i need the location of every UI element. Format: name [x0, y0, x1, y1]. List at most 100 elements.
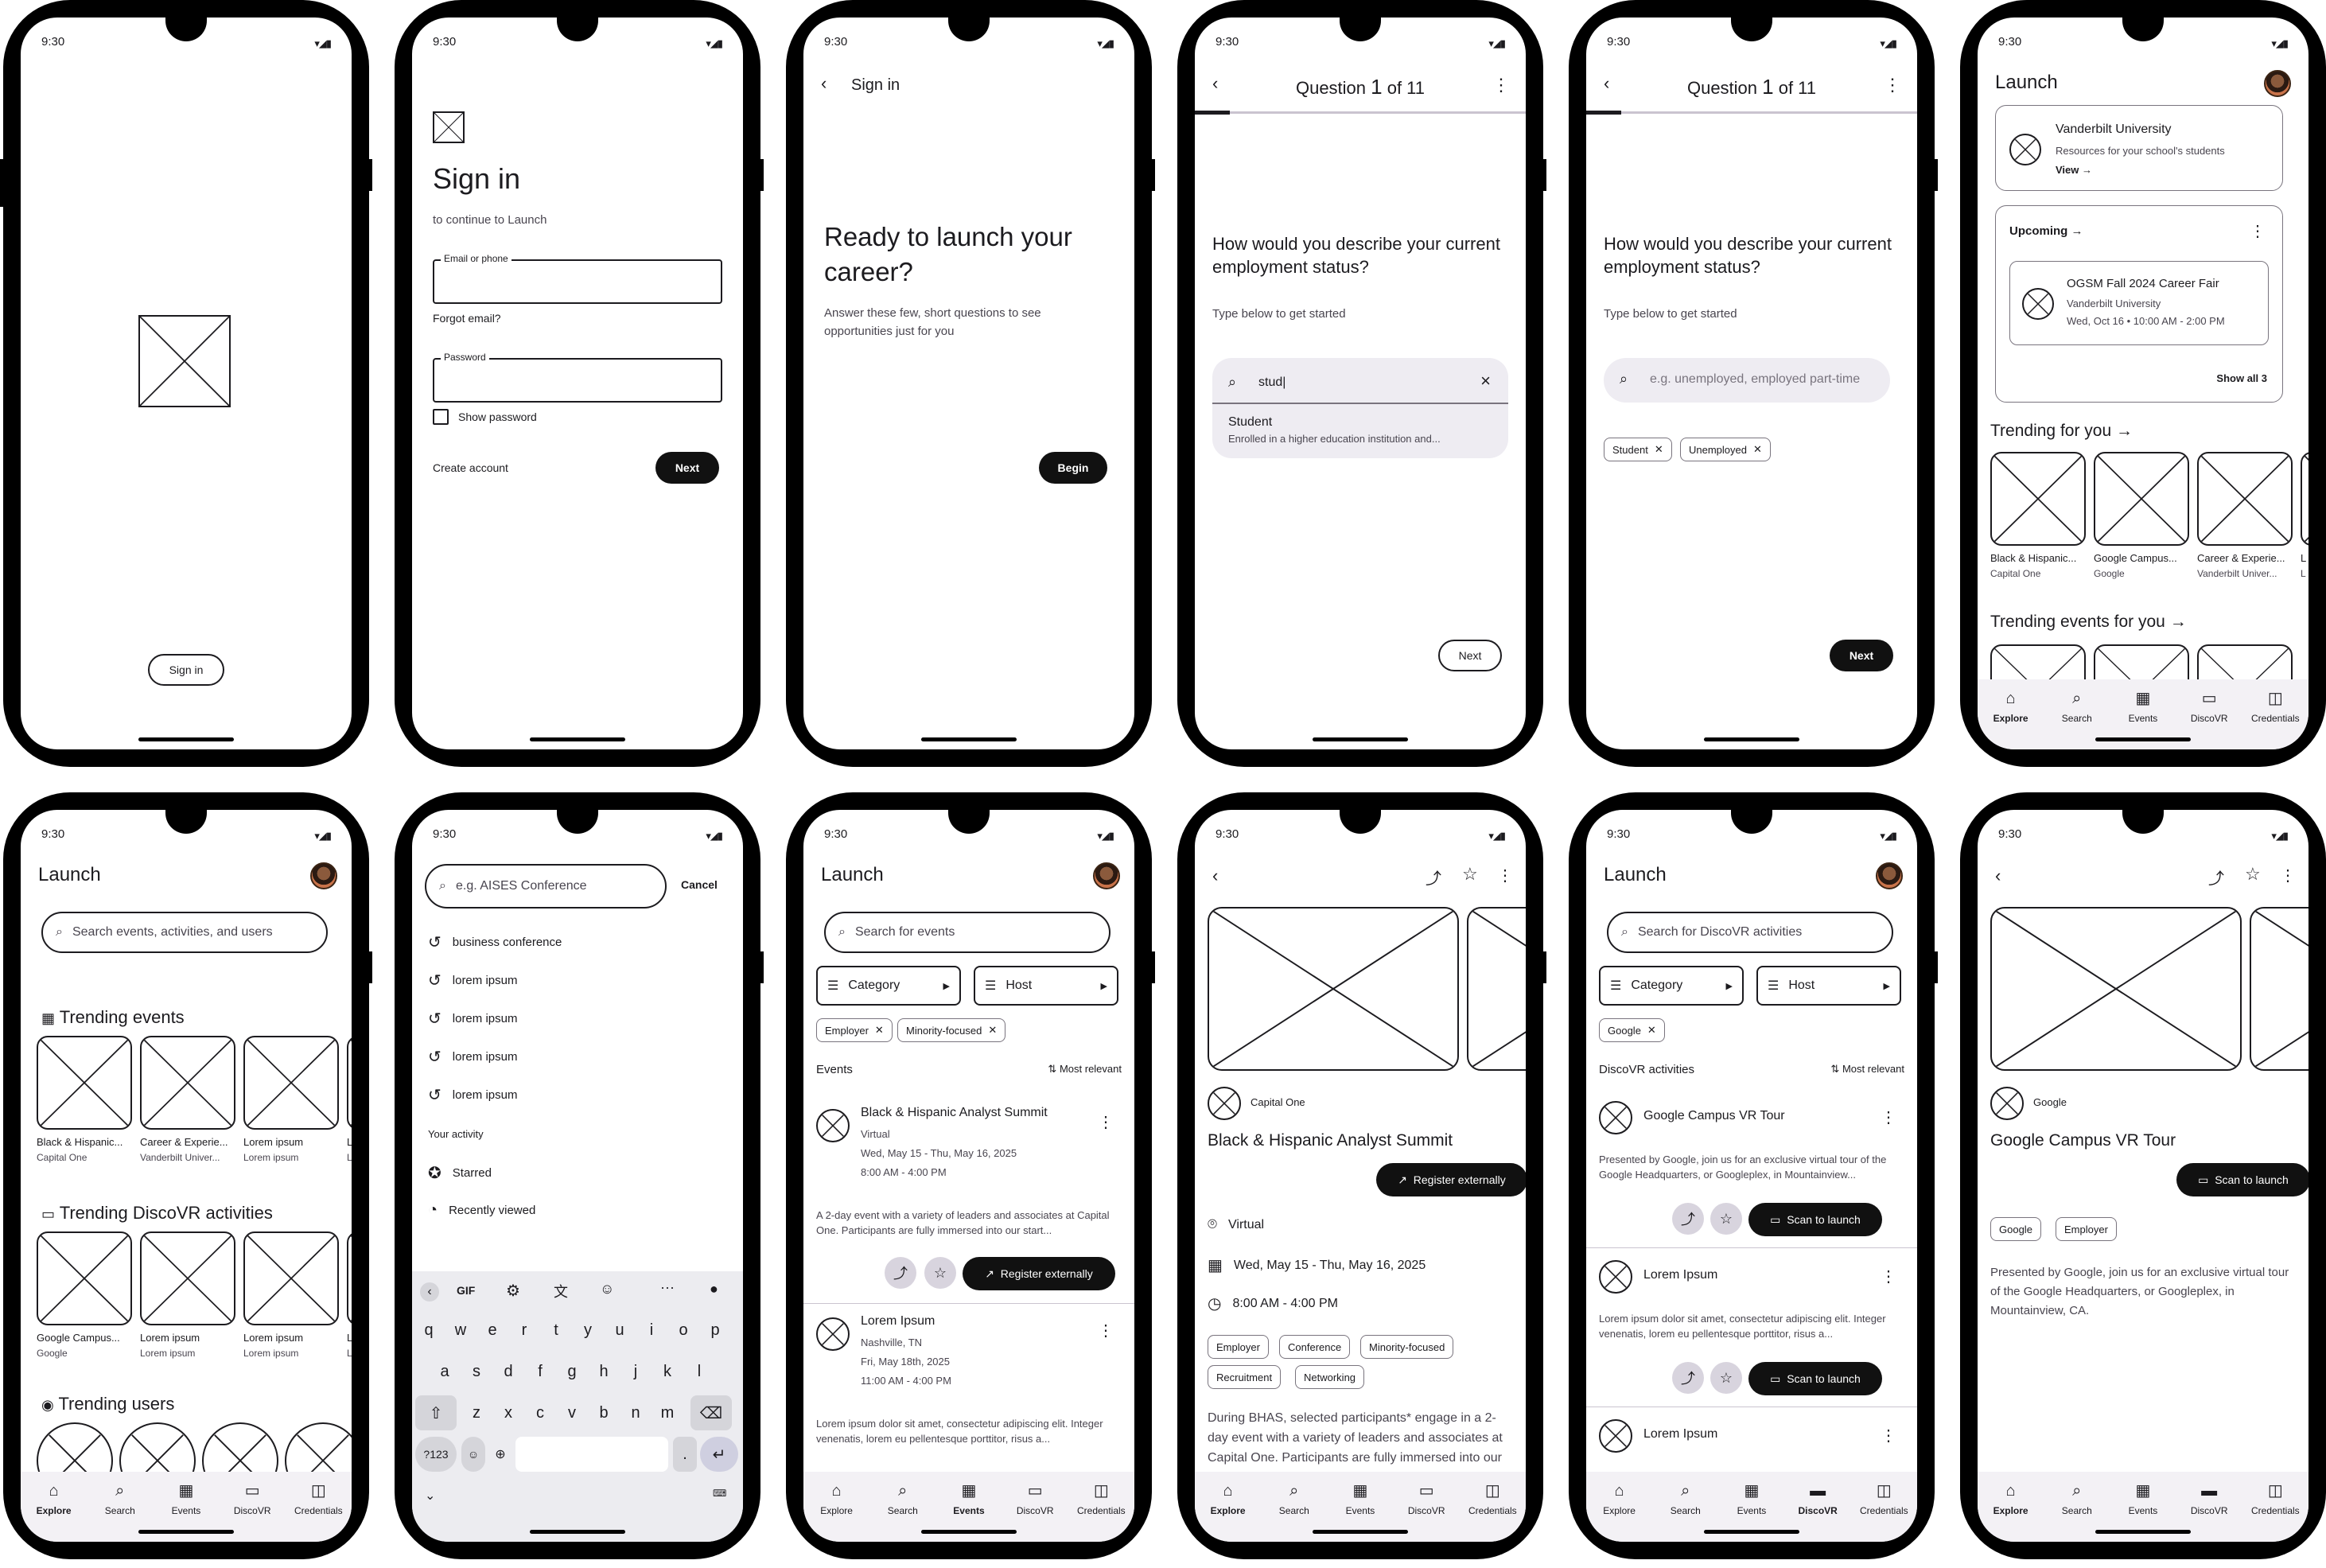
card-image-placeholder[interactable]: [2197, 452, 2293, 546]
next-button[interactable]: Next: [1830, 640, 1893, 671]
filter-chip[interactable]: Google ✕: [1599, 1018, 1665, 1042]
register-button[interactable]: ↗ Register externally: [963, 1257, 1115, 1290]
home-indicator[interactable]: [1704, 737, 1799, 741]
search-input[interactable]: ⌕ Search events, activities, and users: [41, 912, 328, 953]
key[interactable]: c: [527, 1395, 554, 1430]
back-arrow-icon[interactable]: ‹: [821, 73, 827, 94]
recent-search-item[interactable]: ↺ lorem ipsum: [428, 1047, 517, 1067]
tag-chip[interactable]: Networking: [1295, 1365, 1365, 1389]
nav-explore[interactable]: ⌂ Explore: [805, 1481, 869, 1542]
star-icon[interactable]: ☆: [1462, 864, 1478, 885]
key[interactable]: e: [479, 1313, 506, 1348]
more-vert-icon[interactable]: ⋮: [1098, 1321, 1114, 1340]
key[interactable]: q: [415, 1313, 442, 1348]
chevron-down-icon[interactable]: ⌄: [425, 1488, 435, 1504]
tag-chip[interactable]: Minority-focused: [1360, 1335, 1454, 1359]
event-title[interactable]: Black & Hispanic Analyst Summit: [861, 1106, 1048, 1120]
upcoming-link[interactable]: Upcoming →: [2009, 224, 2083, 238]
org-name[interactable]: Capital One: [1251, 1096, 1305, 1108]
avatar[interactable]: [2264, 70, 2291, 97]
home-indicator[interactable]: [530, 1530, 625, 1534]
tag-chip[interactable]: Google: [1990, 1217, 2041, 1241]
key[interactable]: m: [654, 1395, 681, 1430]
home-indicator[interactable]: [530, 737, 625, 741]
category-dropdown[interactable]: ☰ Category ▶: [816, 966, 961, 1006]
star-icon[interactable]: ☆: [1710, 1362, 1742, 1394]
nav-credentials[interactable]: ◫ Credentials: [286, 1481, 350, 1542]
recently-viewed-item[interactable]: ◔ Recently viewed: [428, 1201, 535, 1220]
more-vert-icon[interactable]: ⋮: [1098, 1112, 1114, 1132]
avatar[interactable]: [1876, 862, 1903, 889]
trending-events-link[interactable]: Trending events for you →: [1990, 613, 2187, 632]
back-arrow-icon[interactable]: ‹: [1212, 866, 1218, 886]
search-input[interactable]: ⌕ Search for events: [824, 912, 1110, 953]
nav-explore[interactable]: ⌂ Explore: [22, 1481, 86, 1542]
close-icon[interactable]: ✕: [988, 1024, 997, 1037]
card-image-placeholder[interactable]: [37, 1231, 132, 1325]
scan-button[interactable]: ▭ Scan to launch: [1748, 1362, 1882, 1395]
key[interactable]: x: [495, 1395, 522, 1430]
more-vert-icon[interactable]: ⋮: [1881, 1266, 1896, 1286]
key[interactable]: b: [590, 1395, 617, 1430]
sign-in-button[interactable]: Sign in: [148, 654, 224, 686]
key[interactable]: k: [654, 1354, 681, 1389]
key[interactable]: u: [606, 1313, 633, 1348]
nav-credentials[interactable]: ◫ Credentials: [1461, 1481, 1524, 1542]
home-indicator[interactable]: [2095, 1530, 2191, 1534]
close-icon[interactable]: ✕: [1753, 443, 1762, 456]
key[interactable]: r: [511, 1313, 538, 1348]
home-indicator[interactable]: [921, 1530, 1017, 1534]
key[interactable]: s: [463, 1354, 490, 1389]
nav-explore[interactable]: ⌂ Explore: [1588, 1481, 1651, 1542]
key[interactable]: j: [622, 1354, 649, 1389]
nav-credentials[interactable]: ◫ Credentials: [2243, 1481, 2307, 1542]
card-image-placeholder[interactable]: [2301, 452, 2308, 546]
key[interactable]: h: [590, 1354, 617, 1389]
star-icon[interactable]: ☆: [2245, 864, 2261, 885]
next-button[interactable]: Next: [655, 452, 719, 484]
share-icon[interactable]: ⤴: [1672, 1362, 1704, 1394]
recent-search-item[interactable]: ↺ lorem ipsum: [428, 971, 517, 990]
more-vert-icon[interactable]: ⋮: [1497, 866, 1513, 885]
home-indicator[interactable]: [138, 1530, 234, 1534]
key[interactable]: v: [558, 1395, 585, 1430]
key[interactable]: l: [686, 1354, 713, 1389]
trending-link[interactable]: Trending for you →: [1990, 422, 2133, 441]
nav-credentials[interactable]: ◫ Credentials: [2243, 689, 2307, 749]
show-password-checkbox[interactable]: [433, 409, 449, 425]
recent-search-item[interactable]: ↺ lorem ipsum: [428, 1009, 517, 1029]
nav-credentials[interactable]: ◫ Credentials: [1069, 1481, 1133, 1542]
nav-explore[interactable]: ⌂ Explore: [1979, 689, 2043, 749]
key[interactable]: t: [543, 1313, 570, 1348]
more-vert-icon[interactable]: ⋮: [2250, 221, 2266, 241]
key[interactable]: o: [670, 1313, 697, 1348]
globe-icon[interactable]: ⊕: [488, 1437, 512, 1472]
mic-icon[interactable]: ●: [710, 1281, 718, 1298]
backspace-icon[interactable]: ⌫: [690, 1395, 732, 1430]
key[interactable]: p: [702, 1313, 729, 1348]
sort-button[interactable]: ⇅ Most relevant: [1830, 1063, 1904, 1076]
activity-title[interactable]: Google Campus VR Tour: [1643, 1109, 1785, 1123]
sort-button[interactable]: ⇅ Most relevant: [1048, 1063, 1122, 1076]
key[interactable]: d: [495, 1354, 522, 1389]
key[interactable]: a: [431, 1354, 458, 1389]
keyboard-icon[interactable]: ⌨: [713, 1488, 726, 1499]
status-query-input[interactable]: stud|: [1258, 375, 1286, 390]
show-all-link[interactable]: Show all 3: [2216, 372, 2267, 384]
search-input[interactable]: ⌕ Search for DiscoVR activities: [1607, 912, 1893, 953]
clear-icon[interactable]: ×: [1480, 371, 1491, 391]
home-indicator[interactable]: [1313, 737, 1408, 741]
cancel-button[interactable]: Cancel: [681, 878, 718, 891]
filter-chip[interactable]: Minority-focused ✕: [897, 1018, 1006, 1042]
tag-chip[interactable]: Recruitment: [1208, 1365, 1282, 1389]
key[interactable]: i: [638, 1313, 665, 1348]
share-icon[interactable]: ⤴: [2208, 866, 2224, 889]
back-arrow-icon[interactable]: ‹: [1995, 866, 2001, 886]
space-key[interactable]: [515, 1437, 668, 1472]
recent-search-item[interactable]: ↺ business conference: [428, 932, 562, 952]
sticker-icon[interactable]: ☺: [600, 1281, 614, 1298]
tag-chip[interactable]: Employer: [2056, 1217, 2117, 1241]
category-dropdown[interactable]: ☰ Category ▶: [1599, 966, 1744, 1006]
tag-chip[interactable]: Conference: [1279, 1335, 1351, 1359]
home-indicator[interactable]: [138, 737, 234, 741]
